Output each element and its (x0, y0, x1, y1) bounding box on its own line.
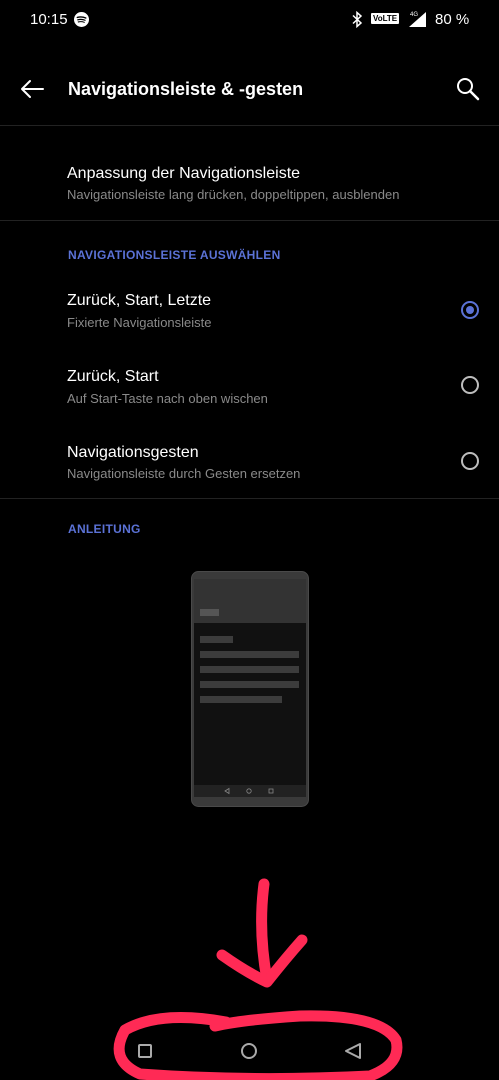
search-icon[interactable] (455, 76, 481, 102)
recents-icon[interactable] (138, 1044, 152, 1058)
divider (0, 220, 499, 221)
customize-subtitle: Navigationsleiste lang drücken, doppelti… (67, 187, 400, 202)
back-triangle-icon[interactable] (344, 1042, 362, 1060)
customize-title: Anpassung der Navigationsleiste (67, 165, 301, 182)
divider (0, 498, 499, 499)
signal-icon: 4G (409, 12, 426, 27)
option-subtitle: Auf Start-Taste nach oben wischen (67, 391, 268, 406)
battery-level: 80 % (435, 11, 470, 28)
customize-navbar-item[interactable]: Anpassung der Navigationsleiste Navigati… (0, 150, 499, 220)
option-subtitle: Navigationsleiste durch Gesten ersetzen (67, 466, 301, 481)
home-icon[interactable] (241, 1043, 257, 1059)
status-bar: 10:15 VoLTE 4G 80 % (0, 0, 499, 40)
option-back-home-recents[interactable]: Zurück, Start, Letzte Fixierte Navigatio… (0, 280, 499, 340)
radio-button[interactable] (461, 376, 479, 394)
bluetooth-icon (352, 11, 363, 28)
option-title: Zurück, Start (67, 368, 159, 385)
system-navbar (0, 1020, 499, 1080)
volte-badge: VoLTE (371, 13, 400, 24)
back-arrow-icon[interactable] (19, 78, 45, 100)
phone-illustration (191, 571, 309, 807)
status-time: 10:15 (30, 11, 68, 28)
spotify-icon (74, 12, 89, 27)
option-subtitle: Fixierte Navigationsleiste (67, 315, 212, 330)
option-back-home[interactable]: Zurück, Start Auf Start-Taste nach oben … (0, 356, 499, 416)
radio-button-selected[interactable] (461, 301, 479, 319)
section-header-guide: ANLEITUNG (68, 522, 141, 536)
option-title: Zurück, Start, Letzte (67, 292, 212, 309)
page-title: Navigationsleiste & -gesten (68, 79, 304, 99)
option-gestures[interactable]: Navigationsgesten Navigationsleiste durc… (0, 432, 499, 492)
radio-button[interactable] (461, 452, 479, 470)
section-header-select: NAVIGATIONSLEISTE AUSWÄHLEN (68, 248, 281, 262)
app-bar: Navigationsleiste & -gesten (0, 60, 499, 120)
option-title: Navigationsgesten (67, 444, 199, 461)
network-label: 4G (410, 12, 418, 18)
divider (0, 125, 499, 126)
